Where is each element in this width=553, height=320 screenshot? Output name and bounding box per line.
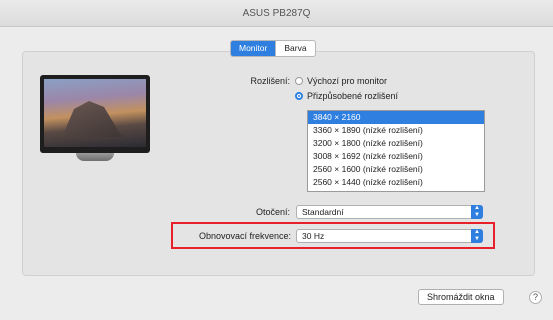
list-item[interactable]: 2560 × 1600 (nízké rozlišení): [308, 163, 484, 176]
refresh-rate-value: 30 Hz: [302, 231, 325, 241]
wallpaper-mountain: [62, 101, 122, 137]
title-bar[interactable]: ASUS PB287Q: [0, 0, 553, 27]
tab-control: Monitor Barva: [230, 40, 316, 57]
monitor-bezel: [40, 75, 150, 153]
rotation-value: Standardní: [302, 207, 344, 217]
radio-default-resolution[interactable]: Výchozí pro monitor: [295, 76, 387, 86]
list-item[interactable]: 2560 × 1440 (nízké rozlišení): [308, 176, 484, 189]
help-button[interactable]: ?: [529, 291, 542, 304]
list-item[interactable]: 3360 × 1890 (nízké rozlišení): [308, 124, 484, 137]
gather-windows-button[interactable]: Shromáždit okna: [418, 289, 504, 305]
updown-arrows-icon: ▲ ▼: [471, 205, 483, 219]
monitor-stand: [76, 153, 114, 161]
rotation-label: Otočení:: [255, 207, 290, 217]
radio-custom-label: Přizpůsobené rozlišení: [307, 91, 399, 101]
list-item[interactable]: 3200 × 1800 (nízké rozlišení): [308, 137, 484, 150]
monitor-screen: [44, 79, 146, 147]
radio-button-selected[interactable]: [295, 92, 303, 100]
radio-default-label: Výchozí pro monitor: [307, 76, 388, 86]
refresh-rate-label: Obnovovací frekvence:: [198, 231, 291, 241]
rotation-popup[interactable]: Standardní ▲ ▼: [296, 205, 483, 219]
list-item[interactable]: 3008 × 1692 (nízké rozlišení): [308, 150, 484, 163]
resolution-label: Rozlišení:: [250, 76, 290, 86]
display-preferences-window: ASUS PB287Q Monitor Barva Rozlišení: Výc…: [0, 0, 553, 320]
updown-arrows-icon: ▲ ▼: [471, 229, 483, 243]
list-item[interactable]: 3840 × 2160: [308, 111, 484, 124]
tab-barva[interactable]: Barva: [275, 41, 314, 56]
radio-button[interactable]: [295, 77, 303, 85]
radio-custom-resolution[interactable]: Přizpůsobené rozlišení: [295, 91, 398, 101]
tab-monitor[interactable]: Monitor: [231, 41, 276, 56]
resolution-list[interactable]: 3840 × 2160 3360 × 1890 (nízké rozlišení…: [307, 110, 485, 192]
window-title: ASUS PB287Q: [242, 8, 311, 19]
refresh-rate-popup[interactable]: 30 Hz ▲ ▼: [296, 229, 483, 243]
monitor-icon: [40, 75, 150, 161]
